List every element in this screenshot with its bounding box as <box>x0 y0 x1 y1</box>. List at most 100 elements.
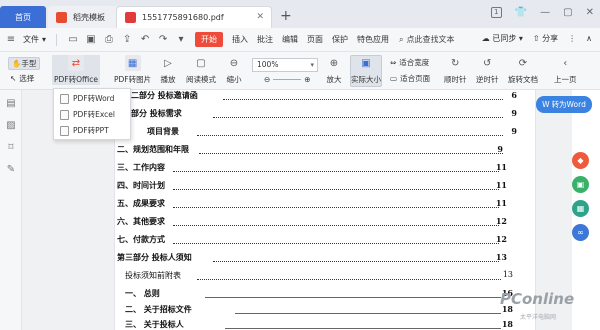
zoom-out-button[interactable]: ⊖ 缩小 <box>226 55 242 85</box>
select-tool[interactable]: ↖ 选择 <box>10 73 34 84</box>
search-text-box[interactable]: ⌕ 点此查找文本 <box>399 34 454 45</box>
toc-title: 五、成果要求 <box>117 198 165 208</box>
file-menu[interactable]: 文件 ▾ <box>23 34 46 45</box>
hand-tool[interactable]: ✋手型 <box>8 57 41 70</box>
fit-width-icon: ⇔ <box>390 58 397 67</box>
tab-protect[interactable]: 保护 <box>332 34 348 45</box>
rotate-ccw-icon: ↺ <box>483 57 492 69</box>
toc-row[interactable]: 投标须知前附表 13 <box>125 270 527 284</box>
toc-page: 11 <box>495 180 507 190</box>
grid-icon: ▦ <box>576 204 585 213</box>
zoom-out-label: 缩小 <box>226 75 242 84</box>
toc-title: 第三部分 投标人须知 <box>117 252 192 262</box>
word-icon: W <box>542 100 550 109</box>
toc-leader <box>225 328 501 329</box>
pdf-file-icon <box>125 12 136 23</box>
toc-row[interactable]: 二、 关于招标文件 18 <box>125 304 527 318</box>
play-button[interactable]: ▷ 播放 <box>160 55 176 85</box>
tab-insert[interactable]: 插入 <box>232 34 248 45</box>
read-mode-button[interactable]: ▢ 阅读模式 <box>186 55 216 85</box>
more-dropdown-icon[interactable]: ▾ <box>175 34 187 46</box>
toc-page: 12 <box>495 216 507 226</box>
tab-annotate[interactable]: 批注 <box>257 34 273 45</box>
toc-row[interactable]: 第三部分 投标人须知 13 <box>117 252 519 266</box>
actual-size-content: ▣ 实际大小 <box>350 55 382 85</box>
convert-to-word-label: 转为Word <box>551 100 586 109</box>
toc-row[interactable]: 四、时间计划 11 <box>117 180 519 194</box>
toc-row[interactable]: 部分 投标需求 9 <box>131 108 533 122</box>
toc-row[interactable]: 二部分 投标邀请函 6 <box>131 90 533 104</box>
close-icon[interactable]: ✕ <box>256 12 264 22</box>
toc-row[interactable]: 六、其他要求 12 <box>117 216 519 230</box>
toc-row[interactable]: 三、工作内容 11 <box>117 162 519 176</box>
play-label: 播放 <box>160 75 176 84</box>
share-button[interactable]: ⇧ 分享 <box>533 33 558 44</box>
file-menu-label: 文件 <box>23 35 39 44</box>
tab-start[interactable]: 开始 <box>195 32 224 47</box>
fit-page-button[interactable]: ▭ 适合页面 <box>390 73 430 84</box>
float-tool-green[interactable]: ▣ <box>572 176 589 193</box>
minimize-icon[interactable]: — <box>540 7 550 18</box>
more-icon[interactable]: ⋮ <box>568 34 576 43</box>
float-tool-blue[interactable]: ∞ <box>572 224 589 241</box>
rotate-ccw-label: 逆时针 <box>476 75 499 84</box>
tab-page[interactable]: 页面 <box>307 34 323 45</box>
note-icon: ▣ <box>576 180 585 189</box>
window-badge-icon[interactable]: 1 <box>490 7 502 18</box>
zoom-select[interactable]: 100% ▾ <box>252 58 318 72</box>
rotate-ccw-button[interactable]: ↺ 逆时针 <box>476 55 499 85</box>
export-icon[interactable]: ⇪ <box>121 34 133 46</box>
toc-leader <box>173 207 499 208</box>
redo-icon[interactable]: ↷ <box>157 34 169 46</box>
menu-item-pdf-to-excel[interactable]: PDF转Excel <box>60 109 115 120</box>
toc-title: 七、付款方式 <box>117 234 165 244</box>
toc-row[interactable]: 五、成果要求 11 <box>117 198 519 212</box>
fit-width-button[interactable]: ⇔ 适合宽度 <box>390 57 429 68</box>
toc-row[interactable]: 三、 关于投标人 18 <box>125 319 527 330</box>
maximize-icon[interactable]: ▢ <box>563 7 572 18</box>
toc-leader <box>235 313 501 314</box>
fit-page-icon: ▭ <box>390 74 398 83</box>
chevron-down-icon: ▾ <box>310 61 314 69</box>
convert-to-word-button[interactable]: W 转为Word <box>536 96 592 113</box>
tab-home[interactable]: 首页 <box>0 6 46 28</box>
pdf-to-image-button[interactable]: ▦ PDF转图片 <box>114 55 151 85</box>
float-tool-teal[interactable]: ▦ <box>572 200 589 217</box>
pdf-to-office-button[interactable]: ⇄ PDF转Office <box>52 55 101 85</box>
toc-row[interactable]: 二、规划范围和年限 9 <box>117 144 519 158</box>
bookmark-icon[interactable]: ⌑ <box>5 142 17 154</box>
toc-row[interactable]: 一、 总则 16 <box>125 288 527 302</box>
toc-row[interactable]: 七、付款方式 12 <box>117 234 519 248</box>
toc-row[interactable]: 项目背景 9 <box>131 126 533 140</box>
thumbnails-icon[interactable]: ▤ <box>5 98 17 110</box>
print-icon[interactable]: ⎙ <box>103 34 115 46</box>
save-icon[interactable]: ▣ <box>85 34 97 46</box>
menu-item-pdf-to-ppt[interactable]: PDF转PPT <box>60 125 109 136</box>
menu-item-label: PDF转Excel <box>73 110 115 119</box>
collapse-icon[interactable]: ∧ <box>586 34 592 43</box>
menu-item-pdf-to-word[interactable]: PDF转Word <box>60 93 114 104</box>
tab-features[interactable]: 特色应用 <box>357 34 389 45</box>
rotate-cw-button[interactable]: ↻ 顺时针 <box>444 55 467 85</box>
float-tool-orange[interactable]: ◆ <box>572 152 589 169</box>
image-panel-icon[interactable]: ▨ <box>5 120 17 132</box>
zoom-stepper[interactable]: ⊖ ⊕ <box>264 75 311 84</box>
toc-leader <box>223 99 503 100</box>
toc-title: 一、 总则 <box>125 288 160 298</box>
new-tab-button[interactable]: + <box>280 8 292 24</box>
prev-page-button[interactable]: ‹ 上一页 <box>554 55 577 85</box>
annotation-icon[interactable]: ✎ <box>5 164 17 176</box>
tab-pdf-document[interactable]: 1551775891680.pdf ✕ <box>116 6 272 28</box>
zoom-slider[interactable] <box>273 79 302 80</box>
toc-leader <box>199 153 503 154</box>
tab-edit[interactable]: 编辑 <box>282 34 298 45</box>
skin-icon[interactable]: 👕 <box>515 7 527 18</box>
rotate-doc-button[interactable]: ⟳ 旋转文档 <box>508 55 538 85</box>
pdf-page: 二部分 投标邀请函 6 部分 投标需求 9 项目背景 9 二、规划范围和年限 9 <box>114 90 536 330</box>
window-close-icon[interactable]: ✕ <box>586 7 594 18</box>
undo-icon[interactable]: ↶ <box>139 34 151 46</box>
hamburger-icon[interactable]: ≡ <box>5 34 17 46</box>
zoom-in-button[interactable]: ⊕ 放大 <box>326 55 342 85</box>
sync-status[interactable]: ☁ 已同步 ▾ <box>482 33 523 44</box>
open-folder-icon[interactable]: ▭ <box>67 34 79 46</box>
